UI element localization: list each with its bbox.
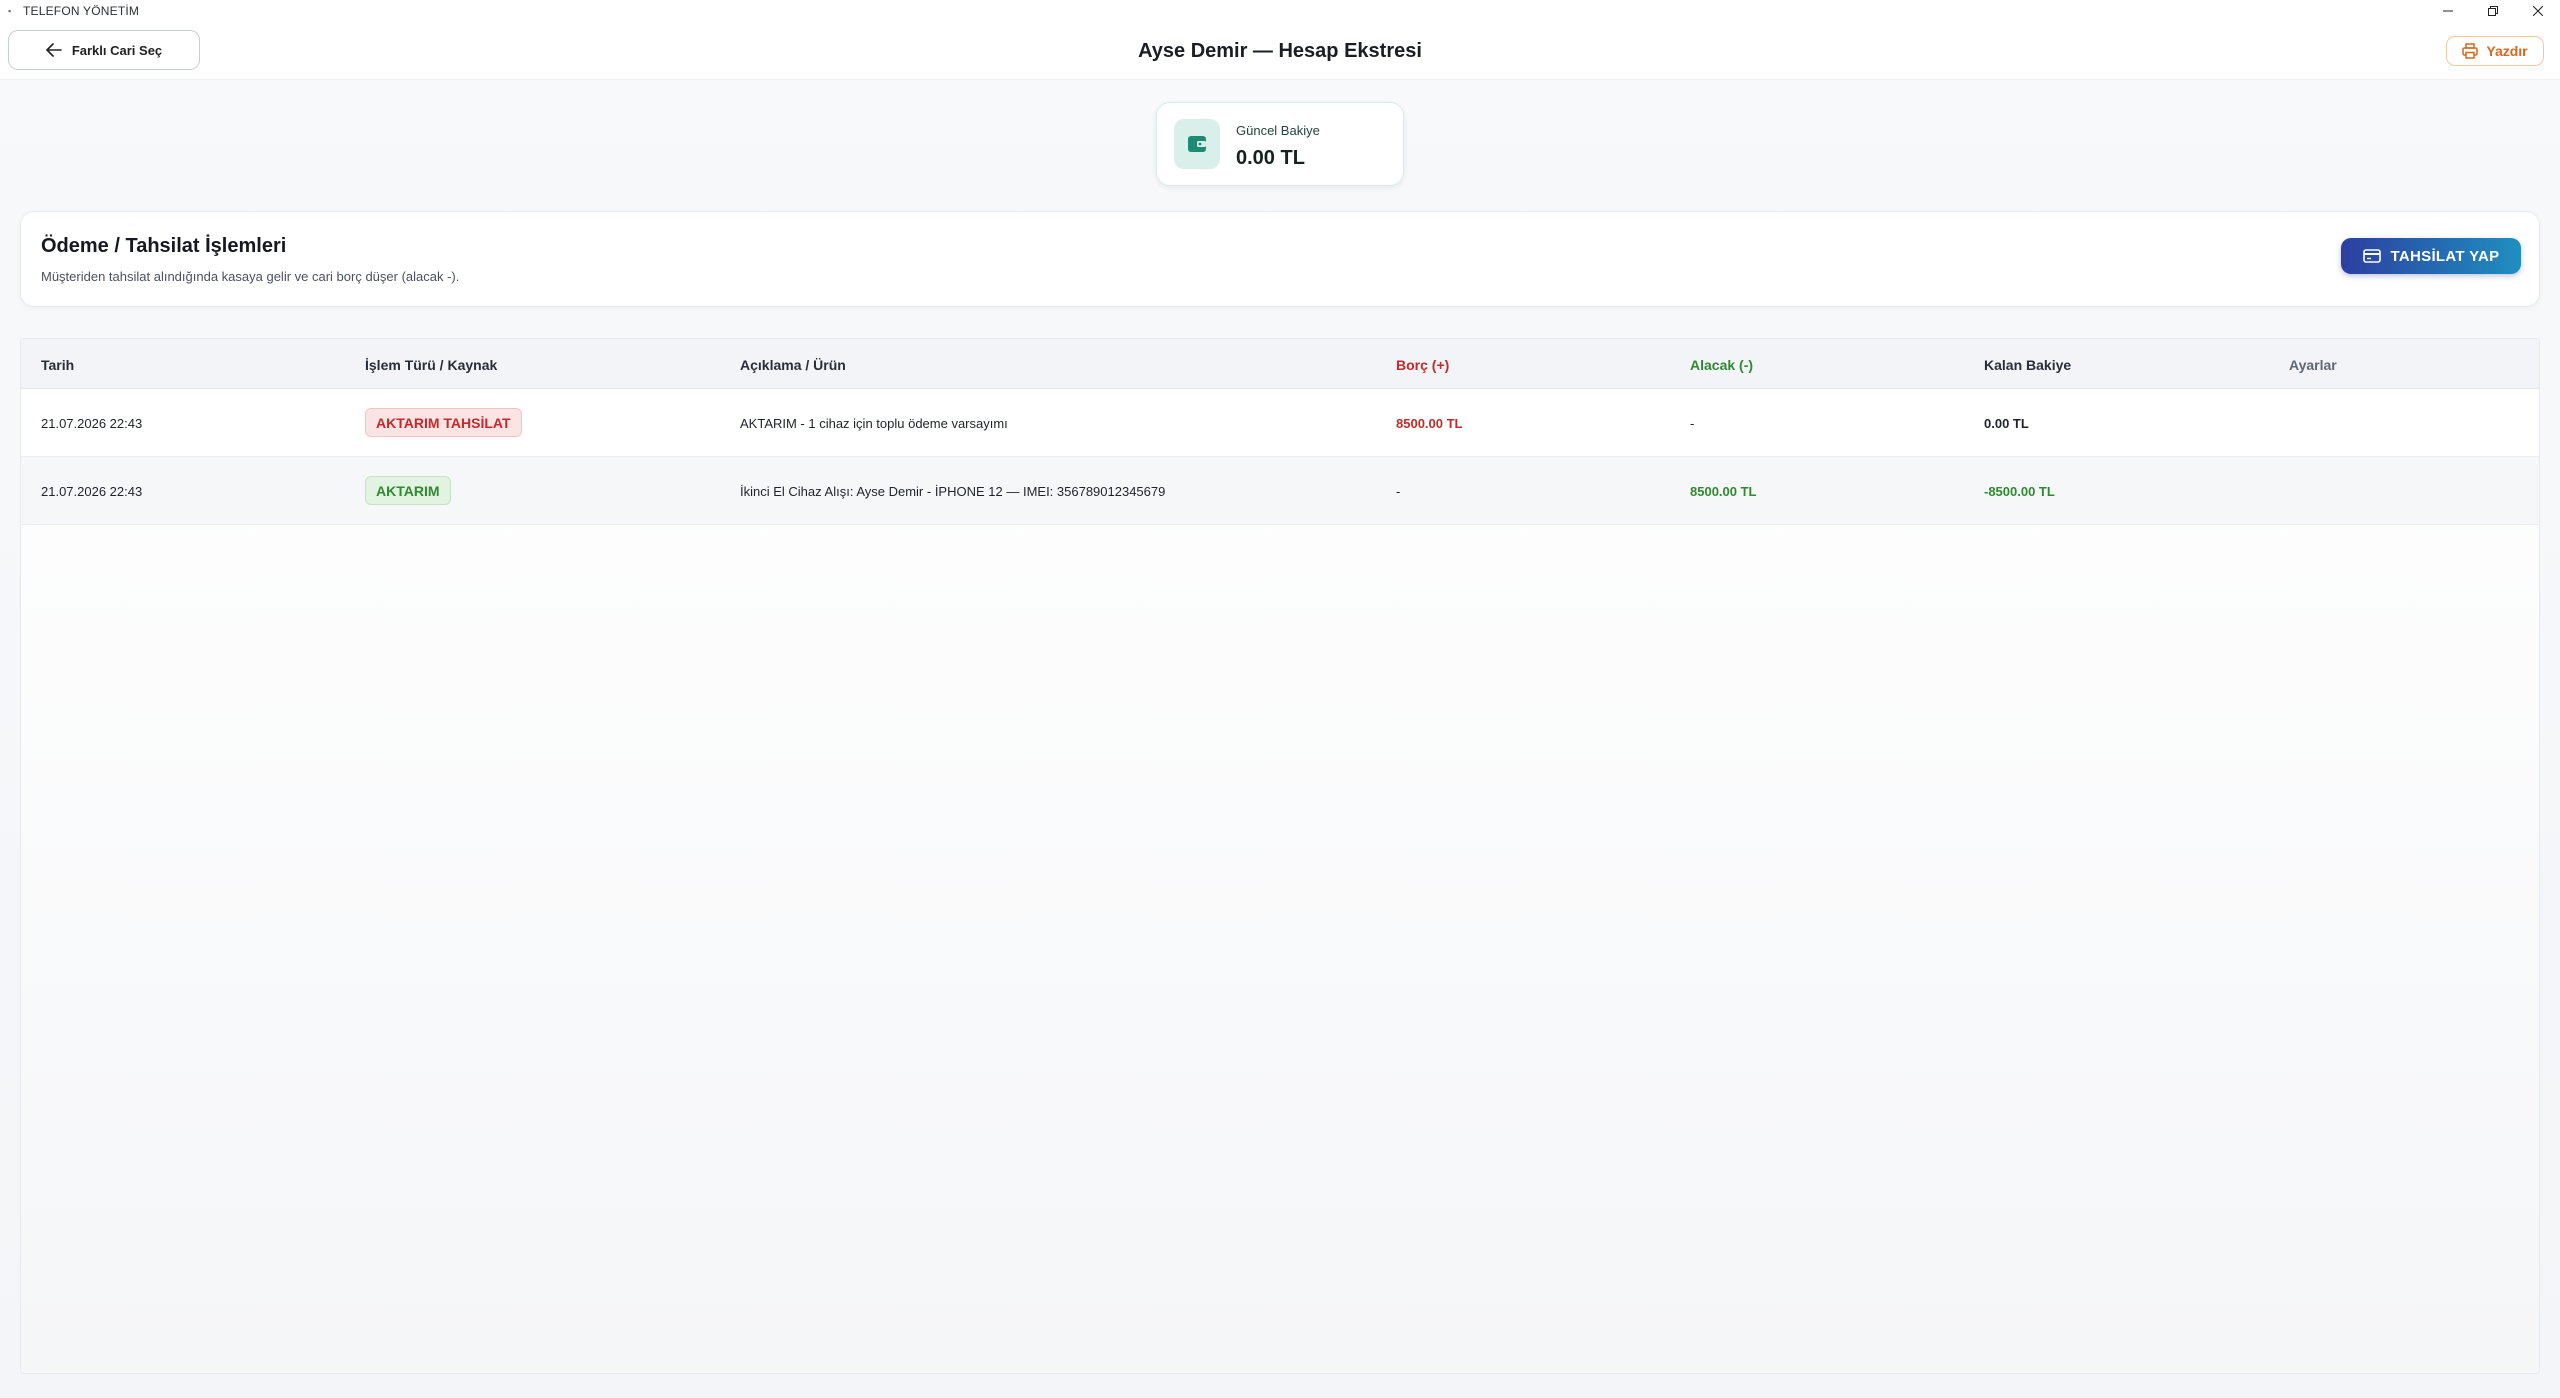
table-header: Tarih İşlem Türü / Kaynak Açıklama / Ürü… (21, 339, 2539, 389)
row-description: İkinci El Cihaz Alışı: Ayse Demir - İPHO… (740, 484, 1166, 499)
minimize-icon (2442, 10, 2453, 12)
row-date: 21.07.2026 22:43 (41, 484, 143, 499)
printer-icon (2462, 43, 2479, 59)
payment-section: Ödeme / Tahsilat İşlemleri Müşteriden ta… (20, 211, 2540, 307)
collect-button-label: TAHSİLAT YAP (2390, 247, 2500, 265)
table-row[interactable]: 21.07.2026 22:43 AKTARIM İkinci El Cihaz… (21, 457, 2539, 525)
window-title: TELEFON YÖNETİM (23, 4, 140, 18)
transaction-type-badge: AKTARIM (365, 476, 451, 505)
payment-section-title: Ödeme / Tahsilat İşlemleri (41, 235, 287, 257)
column-header-type: İşlem Türü / Kaynak (365, 357, 498, 373)
close-icon (2532, 6, 2543, 16)
transaction-type-badge: AKTARIM TAHSİLAT (365, 408, 522, 437)
minimize-button[interactable] (2425, 0, 2470, 22)
balance-value: 0.00 TL (1236, 147, 1305, 169)
print-button-label: Yazdır (2486, 43, 2528, 59)
restore-button[interactable] (2470, 0, 2515, 22)
column-header-settings: Ayarlar (2289, 357, 2337, 373)
page-title: Ayse Demir — Hesap Ekstresi (1138, 40, 1422, 62)
app-icon: ▪ (8, 6, 12, 16)
row-debit: - (1396, 484, 1401, 499)
row-description: AKTARIM - 1 cihaz için toplu ödeme varsa… (740, 416, 1008, 431)
column-header-credit: Alacak (-) (1690, 357, 1754, 373)
column-header-description: Açıklama / Ürün (740, 357, 846, 373)
row-debit: 8500.00 TL (1396, 416, 1463, 431)
window-titlebar: ▪ TELEFON YÖNETİM (0, 0, 2560, 22)
row-balance: -8500.00 TL (1984, 484, 2055, 499)
column-header-debit: Borç (+) (1396, 357, 1450, 373)
column-header-date: Tarih (41, 357, 75, 373)
current-balance-card: Güncel Bakiye 0.00 TL (1156, 102, 1404, 186)
window-controls (2425, 0, 2560, 22)
close-button[interactable] (2515, 0, 2560, 22)
collect-payment-button[interactable]: TAHSİLAT YAP (2341, 238, 2521, 274)
page-header: Farklı Cari Seç Ayse Demir — Hesap Ekstr… (0, 22, 2560, 80)
row-credit: 8500.00 TL (1690, 484, 1757, 499)
payment-section-subtitle: Müşteriden tahsilat alındığında kasaya g… (41, 269, 460, 284)
balance-label: Güncel Bakiye (1236, 123, 1320, 138)
statement-table: Tarih İşlem Türü / Kaynak Açıklama / Ürü… (20, 338, 2540, 1374)
print-button[interactable]: Yazdır (2446, 36, 2544, 66)
row-credit: - (1690, 416, 1695, 431)
table-row[interactable]: 21.07.2026 22:43 AKTARIM TAHSİLAT AKTARI… (21, 389, 2539, 457)
wallet-icon (1174, 119, 1220, 169)
row-date: 21.07.2026 22:43 (41, 416, 143, 431)
row-balance: 0.00 TL (1984, 416, 2029, 431)
column-header-balance: Kalan Bakiye (1984, 357, 2072, 373)
restore-icon (2487, 6, 2498, 16)
credit-card-icon (2362, 249, 2381, 263)
